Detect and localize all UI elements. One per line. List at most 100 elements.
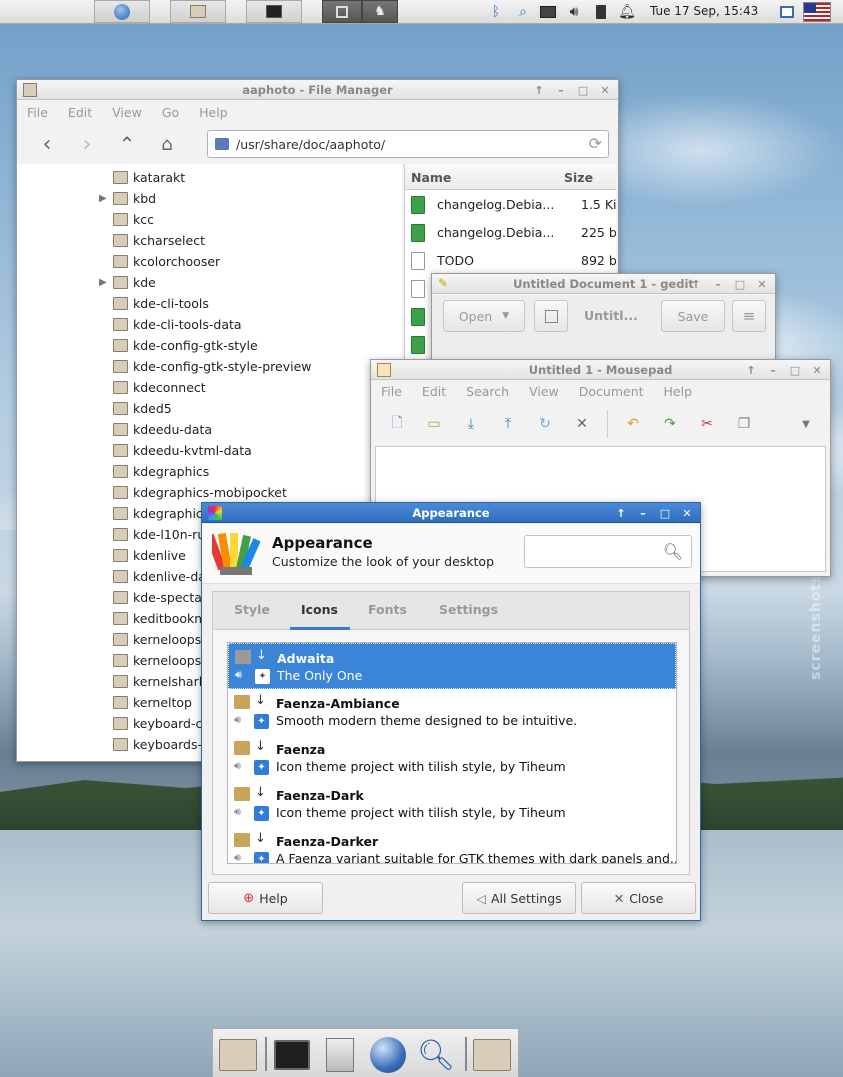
battery-icon[interactable] [592,3,610,21]
taskbar-browser-button[interactable] [94,0,150,23]
keep-above-button[interactable]: ↑ [530,82,548,98]
search-icon[interactable]: 🔍︎ [415,1035,457,1075]
icon-theme-row[interactable]: ↓ 🔊︎ ✦ Adwaita The Only One [228,643,676,689]
maximize-button[interactable]: □ [656,505,674,521]
help-button[interactable]: ⊕ Help [208,882,323,914]
menu-edit[interactable]: Edit [412,384,456,399]
toolbar-overflow-icon[interactable]: ▼ [796,414,816,434]
undo-icon[interactable]: ↶ [623,414,643,434]
tab-settings[interactable]: Settings [439,602,498,617]
appearance-titlebar[interactable]: Appearance ↑ – □ ✕ [202,503,700,523]
back-button[interactable]: ‹ [27,126,67,162]
tree-item[interactable]: kdeedu-kvtml-data [17,441,402,462]
column-size-header[interactable]: Size [564,170,593,185]
home-folder-icon[interactable] [217,1035,259,1075]
file-row[interactable]: changelog.Debia... 1.5 Ki [405,191,616,219]
location-bar[interactable]: /usr/share/doc/aaphoto/ ⟳ [207,130,609,158]
taskbar-windows-button[interactable] [322,0,362,23]
tree-item[interactable]: ▶ kbd [17,189,402,210]
mousepad-titlebar[interactable]: Untitled 1 - Mousepad ↑ – □ ✕ [371,360,830,380]
expander-icon[interactable]: ▶ [99,193,109,204]
menu-search[interactable]: Search [456,384,519,399]
tree-item[interactable]: kcc [17,210,402,231]
menu-edit[interactable]: Edit [58,105,102,120]
file-manager-titlebar[interactable]: aaphoto - File Manager ↑ – □ ✕ [17,80,618,100]
tree-item[interactable]: kdegraphics [17,462,402,483]
redo-icon[interactable]: ↷ [660,414,680,434]
clock[interactable]: Tue 17 Sep, 15:43 [650,4,758,18]
column-name-header[interactable]: Name [411,170,451,185]
expander-icon[interactable]: ▶ [99,277,109,288]
bluetooth-icon[interactable]: ᛒ [487,3,505,21]
maximize-button[interactable]: □ [574,82,592,98]
icon-theme-row[interactable]: ↓ 🔊︎ ✦ Faenza-Dark Icon theme project with t… [228,781,676,827]
parent-folder-button[interactable]: ⌃ [107,126,147,162]
icon-theme-list[interactable]: ↓ 🔊︎ ✦ Adwaita The Only One ↓ 🔊︎ ✦ Faenza-Ambian… [227,642,677,864]
folder-icon[interactable] [471,1035,513,1075]
close-button[interactable]: ✕ [753,276,771,292]
taskbar-file-manager-button[interactable] [170,0,226,23]
icon-theme-row[interactable]: ↓ 🔊︎ ✦ Faenza-Darker A Faenza variant suitab… [228,827,676,863]
minimize-button[interactable]: – [552,82,570,98]
save-button[interactable]: Save [661,300,725,332]
minimize-button[interactable]: – [709,276,727,292]
tree-item[interactable]: kde-config-gtk-style [17,336,402,357]
terminal-icon[interactable] [271,1035,313,1075]
forward-button[interactable]: › [67,126,107,162]
tree-item[interactable]: kcharselect [17,231,402,252]
bell-icon[interactable]: 🔔︎ [618,3,636,21]
menu-view[interactable]: View [102,105,152,120]
minimize-button[interactable]: – [764,362,782,378]
close-button[interactable]: ✕ [596,82,614,98]
menu-view[interactable]: View [519,384,569,399]
close-dialog-button[interactable]: ✕ Close [581,882,696,914]
close-button[interactable]: ✕ [678,505,696,521]
home-button[interactable]: ⌂ [147,126,187,162]
keep-above-button[interactable]: ↑ [612,505,630,521]
save-as-icon[interactable]: ⤒ [498,414,518,434]
volume-icon[interactable]: 🔊︎ [565,3,583,21]
gedit-titlebar[interactable]: ✎ Untitled Document 1 - gedit ↑ – □ ✕ [432,274,775,294]
window-icon[interactable] [778,3,796,21]
taskbar-app-button[interactable]: ♞ [362,0,398,23]
menu-file[interactable]: File [371,384,412,399]
tab-style[interactable]: Style [234,602,270,617]
minimize-button[interactable]: – [634,505,652,521]
tree-item[interactable]: kdeconnect [17,378,402,399]
hamburger-menu-button[interactable]: ≡ [732,300,766,332]
network-icon[interactable] [539,3,557,21]
tree-item[interactable]: ▶ kde [17,273,402,294]
tree-item[interactable]: kde-cli-tools [17,294,402,315]
menu-help[interactable]: Help [654,384,703,399]
tree-item[interactable]: kde-config-gtk-style-preview [17,357,402,378]
tree-item[interactable]: kdeedu-data [17,420,402,441]
icon-theme-row[interactable]: ↓ 🔊︎ ✦ Faenza Icon theme project with tilish… [228,735,676,781]
reload-icon[interactable]: ⟳ [589,134,602,153]
file-row[interactable]: changelog.Debia... 225 byte [405,219,616,247]
cut-icon[interactable]: ✂ [697,414,717,434]
reload-icon[interactable]: ↻ [535,414,555,434]
maximize-button[interactable]: □ [786,362,804,378]
tree-item[interactable]: kdegraphics-mobipocket [17,483,402,504]
all-settings-button[interactable]: ◁ All Settings [462,882,576,914]
tree-item[interactable]: kde-cli-tools-data [17,315,402,336]
keep-above-button[interactable]: ↑ [742,362,760,378]
new-file-icon[interactable]: 🗋︎ [387,414,407,434]
save-download-icon[interactable]: ⤓ [461,414,481,434]
tree-item[interactable]: katarakt [17,168,402,189]
close-button[interactable]: ✕ [808,362,826,378]
file-cabinet-icon[interactable] [319,1035,361,1075]
tree-item[interactable]: kcolorchooser [17,252,402,273]
menu-file[interactable]: File [17,105,58,120]
tab-icons[interactable]: Icons [301,602,338,617]
close-document-icon[interactable]: ✕ [572,414,592,434]
web-browser-icon[interactable] [367,1035,409,1075]
menu-help[interactable]: Help [189,105,238,120]
new-tab-button[interactable] [534,300,568,332]
document-tab-title[interactable]: Untitl... [584,308,638,323]
us-flag-icon[interactable] [803,2,831,22]
taskbar-terminal-button[interactable] [246,0,302,23]
menu-go[interactable]: Go [152,105,189,120]
open-button[interactable]: Open ▼ [443,300,525,332]
search-input[interactable]: 🔍︎ [524,535,692,568]
